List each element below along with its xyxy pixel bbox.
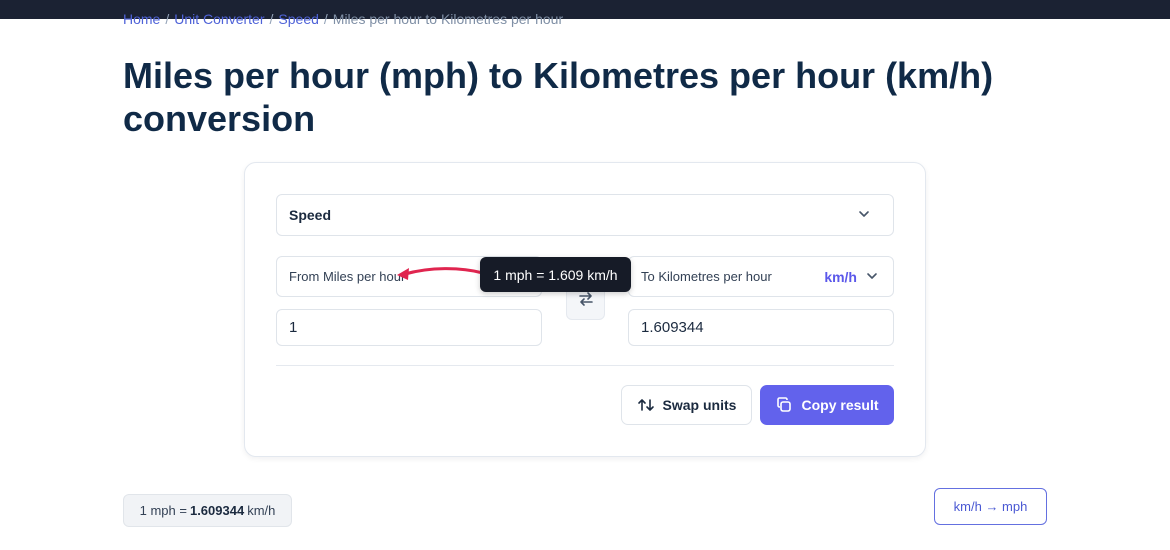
copy-icon bbox=[777, 397, 792, 412]
divider bbox=[276, 365, 894, 366]
breadcrumb-home-link[interactable]: Home bbox=[123, 11, 160, 27]
to-value-input[interactable] bbox=[628, 309, 894, 346]
copy-result-button[interactable]: Copy result bbox=[760, 385, 894, 425]
breadcrumb-separator: / bbox=[269, 11, 274, 27]
from-unit-label: From Miles per hour bbox=[289, 269, 406, 284]
breadcrumb-unit-converter-link[interactable]: Unit Converter bbox=[174, 11, 264, 27]
breadcrumb-separator: / bbox=[165, 11, 170, 27]
swap-vertical-icon bbox=[637, 399, 654, 411]
swap-units-label: Swap units bbox=[662, 397, 737, 413]
to-unit-abbreviation: km/h bbox=[824, 269, 857, 285]
annotation-arrow bbox=[397, 267, 485, 280]
breadcrumb-current: Miles per hour to Kilometres per hour bbox=[332, 11, 564, 27]
category-select[interactable]: Speed bbox=[276, 194, 894, 236]
chevron-down-icon bbox=[865, 269, 879, 286]
reverse-conversion-link[interactable]: km/h → mph bbox=[934, 488, 1047, 525]
summary-value: 1.609344 bbox=[189, 503, 245, 518]
page-title: Miles per hour (mph) to Kilometres per h… bbox=[123, 55, 994, 139]
copy-result-label: Copy result bbox=[801, 397, 879, 413]
summary-suffix: km/h bbox=[247, 503, 276, 518]
to-unit-label: To Kilometres per hour bbox=[641, 269, 772, 284]
category-select-value: Speed bbox=[289, 207, 332, 223]
swap-units-button[interactable]: Swap units bbox=[621, 385, 752, 425]
conversion-tooltip: 1 mph = 1.609 km/h bbox=[480, 257, 631, 292]
summary-prefix: 1 mph = bbox=[139, 503, 187, 518]
breadcrumb-separator: / bbox=[323, 11, 328, 27]
breadcrumb-speed-link[interactable]: Speed bbox=[278, 11, 318, 27]
chevron-down-icon bbox=[857, 207, 871, 224]
from-value-input[interactable] bbox=[276, 309, 542, 346]
conversion-summary: 1 mph = 1.609344 km/h bbox=[123, 494, 292, 527]
converter-card: Speed From Miles per hour To Kilometres … bbox=[244, 162, 926, 457]
swap-arrows-icon bbox=[576, 289, 596, 314]
breadcrumb: Home / Unit Converter / Speed / Miles per hour… bbox=[123, 11, 563, 27]
to-unit-select[interactable]: To Kilometres per hour km/h bbox=[628, 256, 894, 297]
